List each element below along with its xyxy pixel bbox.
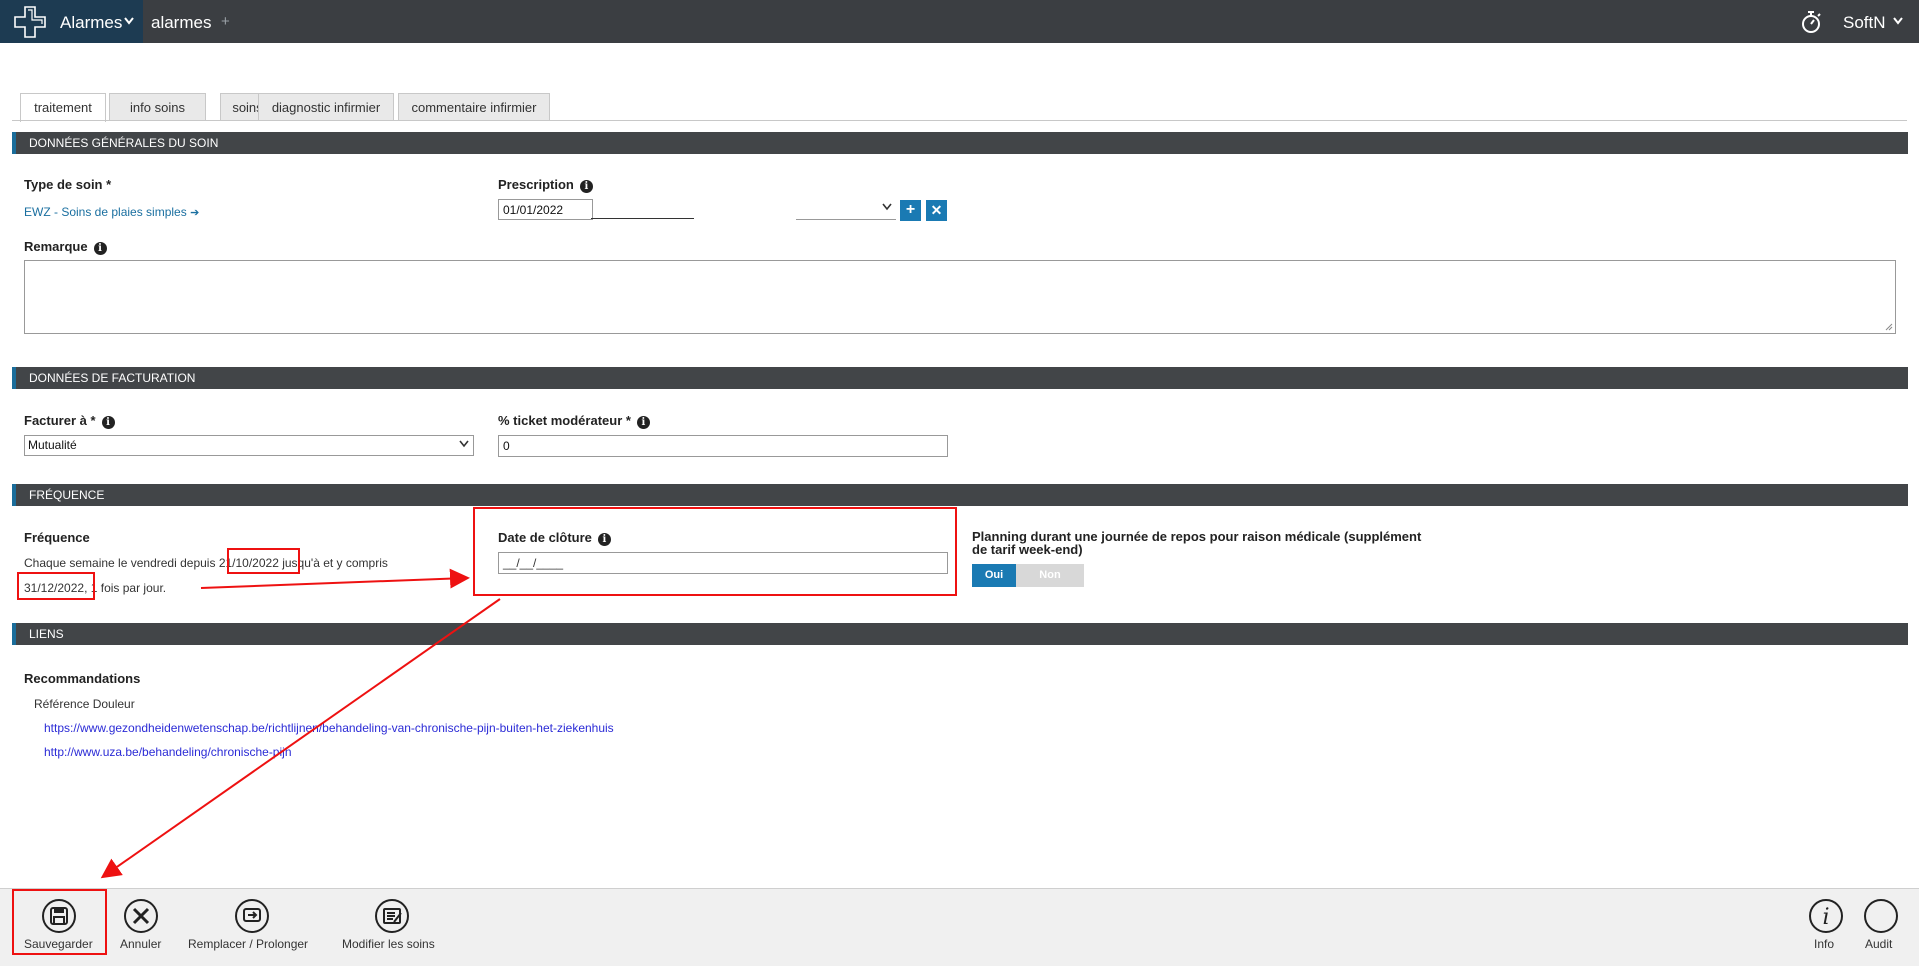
section-general: DONNÉES GÉNÉRALES DU SOIN xyxy=(12,132,1908,154)
annotation-box-closing-date xyxy=(473,507,957,596)
info-icon[interactable]: i xyxy=(93,242,107,255)
stopwatch-icon[interactable] xyxy=(1800,10,1822,34)
recommendation-link-1[interactable]: https://www.gezondheidenwetenschap.be/ri… xyxy=(44,721,614,735)
bottom-toolbar: Sauvegarder Annuler Remplacer / Prolonge… xyxy=(0,888,1919,966)
recommendations-label: Recommandations xyxy=(24,671,141,686)
info-icon[interactable]: i xyxy=(101,416,115,429)
tabs-divider xyxy=(12,120,1907,121)
replace-extend-button[interactable]: Remplacer / Prolonger xyxy=(187,889,319,966)
x-circle-icon xyxy=(124,899,158,933)
frequency-text-part1: Chaque semaine le vendredi depuis xyxy=(24,556,216,570)
prescription-label: Prescription i xyxy=(498,177,593,193)
remark-textarea[interactable] xyxy=(24,260,1896,334)
replace-icon xyxy=(235,899,269,933)
cancel-button[interactable]: Annuler xyxy=(118,889,168,966)
prescription-label-text: Prescription xyxy=(498,177,574,192)
prescription-select[interactable] xyxy=(796,199,896,220)
tab-commentaire-infirmier[interactable]: commentaire infirmier xyxy=(398,93,550,120)
toggle-oui[interactable]: Oui xyxy=(972,564,1016,587)
chevron-down-icon xyxy=(882,203,892,211)
resize-handle-icon[interactable] xyxy=(1885,323,1893,331)
modify-care-label: Modifier les soins xyxy=(342,937,435,951)
info-label: Info xyxy=(1814,937,1835,951)
bill-to-label: Facturer à * i xyxy=(24,413,115,429)
info-circle-icon: i xyxy=(1809,899,1843,933)
tab-traitement[interactable]: traitement xyxy=(20,93,106,122)
annotation-arrow-to-closing-date xyxy=(200,568,470,589)
edit-list-icon xyxy=(375,899,409,933)
modify-care-button[interactable]: Modifier les soins xyxy=(341,889,443,966)
add-tab-button[interactable]: + xyxy=(221,13,230,30)
info-icon[interactable]: i xyxy=(579,180,593,193)
ticket-label: % ticket modérateur * i xyxy=(498,413,650,429)
frequency-text-line1: Chaque semaine le vendredi depuis 21/10/… xyxy=(24,556,388,570)
recommendation-link-2[interactable]: http://www.uza.be/behandeling/chronische… xyxy=(44,745,292,759)
app-menu-button[interactable]: Alarmes xyxy=(0,0,143,43)
section-links: LIENS xyxy=(12,623,1908,645)
bill-to-label-text: Facturer à * xyxy=(24,413,96,428)
planning-label: Planning durant une journée de repos pou… xyxy=(972,529,1422,557)
annotation-box-start-date xyxy=(227,548,300,574)
toggle-non[interactable]: Non xyxy=(1016,564,1084,587)
bill-to-value: Mutualité xyxy=(28,438,77,452)
user-menu[interactable]: SoftN xyxy=(1843,13,1886,33)
cross-logo-icon xyxy=(14,6,46,38)
remark-label: Remarque i xyxy=(24,239,107,255)
frequency-label: Fréquence xyxy=(24,530,90,545)
ticket-label-text: % ticket modérateur * xyxy=(498,413,631,428)
open-tab-alarmes[interactable]: alarmes xyxy=(151,13,211,33)
annotation-box-end-date xyxy=(17,572,95,600)
add-prescription-button[interactable]: + xyxy=(900,200,921,221)
section-frequency: FRÉQUENCE xyxy=(12,484,1908,506)
annotation-box-save xyxy=(12,889,107,955)
arrow-right-icon: ➔ xyxy=(190,207,200,219)
audit-label: Audit xyxy=(1865,937,1893,951)
chevron-down-icon xyxy=(459,440,469,448)
audit-button[interactable]: Audit xyxy=(1861,889,1901,966)
type-soin-label: Type de soin * xyxy=(24,177,112,192)
app-name: Alarmes xyxy=(60,13,123,32)
info-icon[interactable]: i xyxy=(636,416,650,429)
chevron-down-icon xyxy=(124,17,134,25)
tab-info-soins[interactable]: info soins xyxy=(109,93,206,120)
section-billing: DONNÉES DE FACTURATION xyxy=(12,367,1908,389)
prescription-date-input[interactable]: 01/01/2022 xyxy=(498,199,593,220)
clear-prescription-button[interactable]: ✕ xyxy=(926,200,947,221)
info-button[interactable]: i Info xyxy=(1806,889,1846,966)
prescription-text-underline[interactable] xyxy=(591,218,694,219)
cancel-label: Annuler xyxy=(120,937,162,951)
remark-label-text: Remarque xyxy=(24,239,88,254)
bill-to-select[interactable]: Mutualité xyxy=(24,435,474,456)
circle-icon xyxy=(1864,899,1898,933)
reference-label: Référence Douleur xyxy=(34,697,135,711)
planning-toggle[interactable]: Oui Non xyxy=(972,564,1084,587)
chevron-down-icon xyxy=(1893,17,1903,25)
frequency-text-part3: , 1 fois par jour. xyxy=(84,581,167,595)
type-soin-link[interactable]: EWZ - Soins de plaies simples ➔ xyxy=(24,205,199,219)
replace-extend-label: Remplacer / Prolonger xyxy=(188,937,309,951)
top-bar: Alarmes alarmes + SoftN xyxy=(0,0,1919,43)
type-soin-value[interactable]: EWZ - Soins de plaies simples xyxy=(24,205,187,219)
tab-diagnostic-infirmier[interactable]: diagnostic infirmier xyxy=(258,93,394,120)
svg-text:i: i xyxy=(1822,905,1829,930)
ticket-input[interactable]: 0 xyxy=(498,435,948,457)
